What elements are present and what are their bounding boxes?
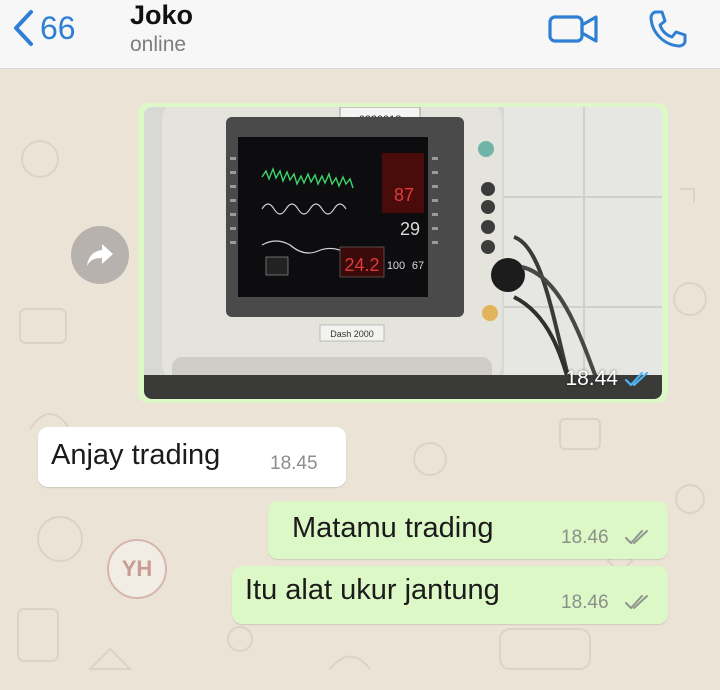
delivered-ticks-icon	[625, 595, 648, 609]
message-time: 18.46	[561, 527, 609, 548]
chat-area[interactable]: 6320018 87 29 24.2 100	[0, 69, 720, 690]
phone-icon	[649, 10, 687, 48]
voice-call-button[interactable]	[646, 8, 688, 55]
unread-count: 66	[40, 9, 76, 46]
contact-name: Joko	[130, 0, 194, 30]
read-ticks-icon	[624, 371, 649, 387]
reading-hr: 87	[394, 185, 414, 205]
delivered-ticks-icon	[625, 530, 648, 544]
outgoing-message-bubble[interactable]: Matamu trading 18.46	[268, 501, 668, 559]
back-button[interactable]: 66	[12, 6, 76, 50]
image-message-bubble[interactable]: 6320018 87 29 24.2 100	[138, 103, 668, 403]
message-text: Itu alat ukur jantung	[245, 574, 500, 606]
reading-pr: 67	[412, 260, 424, 272]
monitor-image: 6320018 87 29 24.2 100	[144, 107, 662, 399]
message-text: Anjay trading	[51, 439, 221, 471]
forward-button[interactable]	[71, 226, 129, 284]
message-text: Matamu trading	[292, 512, 494, 544]
monitor-brand: Dash 2000	[330, 329, 374, 339]
forward-icon	[87, 244, 113, 266]
message-time: 18.46	[561, 592, 609, 613]
reading-spo2: 100	[387, 260, 405, 272]
video-call-button[interactable]	[548, 8, 600, 53]
reading-temp: 24.2	[344, 255, 379, 275]
watermark-logo: YH	[107, 539, 167, 599]
outgoing-message-bubble[interactable]: Itu alat ukur jantung 18.46	[232, 566, 668, 624]
chat-header: 66 Joko online	[0, 0, 720, 69]
monitor-photo[interactable]: 6320018 87 29 24.2 100	[144, 107, 662, 399]
video-call-icon	[548, 15, 598, 43]
incoming-message-bubble[interactable]: Anjay trading 18.45	[38, 427, 346, 487]
contact-status: online	[130, 33, 187, 56]
image-time: 18.44	[565, 367, 618, 390]
message-time: 18.45	[270, 453, 318, 474]
reading-resp: 29	[400, 219, 420, 239]
contact-info[interactable]: Joko online	[130, 0, 193, 60]
chevron-left-icon	[14, 10, 33, 46]
